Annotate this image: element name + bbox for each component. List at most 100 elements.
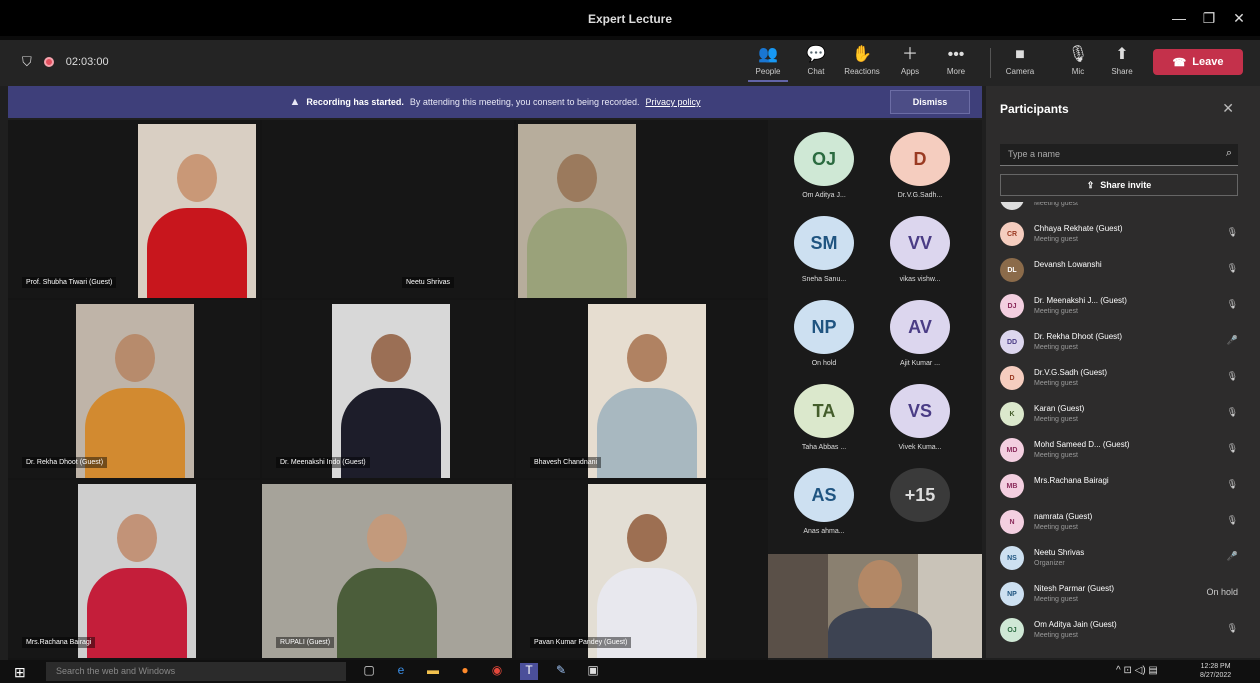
chrome-icon[interactable]: ◉: [488, 663, 506, 680]
minimize-button[interactable]: —: [1168, 10, 1190, 30]
participant-list-item[interactable]: CR Chhaya Rekhate (Guest) Meeting guest 🎙: [1000, 216, 1248, 252]
participant-role: Meeting guest: [1034, 416, 1078, 423]
share-invite-button[interactable]: ⇪ Share invite: [1000, 174, 1238, 196]
video-tile[interactable]: Pavan Kumar Pandey (Guest): [516, 480, 768, 658]
participant-avatar-tile[interactable]: AS Anas ahma...: [778, 468, 870, 550]
participant-avatar-tile[interactable]: +15: [874, 468, 966, 550]
participant-name: Neetu Shrivas: [1034, 548, 1085, 557]
avatar-name-label: Anas ahma...: [803, 528, 845, 535]
video-tile[interactable]: Mrs.Rachana Bairagi: [8, 480, 260, 658]
video-tile[interactable]: [516, 120, 768, 298]
video-tile[interactable]: Bhavesh Chandnani: [516, 300, 768, 478]
mic-status-icon: On hold: [1206, 587, 1238, 597]
reactions-button[interactable]: ✋ Reactions: [842, 46, 882, 82]
avatar: VV: [890, 216, 950, 270]
people-button[interactable]: 👥 People: [748, 46, 788, 82]
avatar: OJ: [794, 132, 854, 186]
people-label: People: [755, 67, 781, 76]
participant-list-item[interactable]: Nnamrata (Guest) Meeting guest 🎙: [1000, 504, 1248, 540]
participant-name: Om Aditya Jain (Guest): [1034, 620, 1117, 629]
person-head: [177, 154, 217, 202]
participant-list-item[interactable]: DD Dr. Rekha Dhoot (Guest) Meeting guest 🎤: [1000, 324, 1248, 360]
person-body: [87, 568, 187, 658]
participant-avatar-tile[interactable]: D Dr.V.G.Sadh...: [874, 132, 966, 214]
participant-list-item[interactable]: OJ Om Aditya Jain (Guest) Meeting guest 🎙: [1000, 612, 1248, 648]
participant-name: Mohd Sameed D... (Guest): [1034, 440, 1130, 449]
avatar: K: [1000, 402, 1024, 426]
participant-avatar-tile[interactable]: AV Ajit Kumar ...: [874, 300, 966, 382]
participant-list-item[interactable]: Meeting guest…: [1000, 202, 1248, 216]
participant-avatar-tile[interactable]: VV vikas vishw...: [874, 216, 966, 298]
participant-video: [588, 484, 706, 658]
participant-avatar-tile[interactable]: VS Vivek Kuma...: [874, 384, 966, 466]
more-button[interactable]: ••• More: [936, 46, 976, 82]
avatar: N: [1000, 510, 1024, 534]
participant-role: Meeting guest: [1034, 632, 1078, 639]
participant-list-item[interactable]: NS Neetu Shrivas Organizer 🎤: [1000, 540, 1248, 576]
avatar: NP: [794, 300, 854, 354]
chat-button[interactable]: 💬 Chat: [796, 46, 836, 82]
video-tile[interactable]: Prof. Shubha Tiwari (Guest): [8, 120, 260, 298]
video-tile[interactable]: Neetu Shrivas: [262, 120, 514, 298]
participant-search-input[interactable]: Type a name ⌕: [1000, 144, 1238, 166]
participant-avatar-tile[interactable]: OJ Om Aditya J...: [778, 132, 870, 214]
video-tile[interactable]: Dr. Rekha Dhoot (Guest): [8, 300, 260, 478]
participant-list-item[interactable]: K Karan (Guest) Meeting guest 🎙: [1000, 396, 1248, 432]
participant-list-item[interactable]: DL Devansh Lowanshi 🎙: [1000, 252, 1248, 288]
maximize-button[interactable]: ❐: [1198, 10, 1220, 30]
mic-button[interactable]: 🎙 Mic: [1058, 46, 1098, 82]
dismiss-button[interactable]: Dismiss: [890, 90, 970, 114]
camera-button[interactable]: ■ Camera: [1000, 46, 1040, 82]
share-invite-label: Share invite: [1100, 180, 1152, 190]
task-view-icon[interactable]: ▢: [360, 663, 378, 680]
avatar: VS: [890, 384, 950, 438]
self-video[interactable]: [768, 554, 982, 658]
participant-role: Organizer: [1034, 560, 1065, 567]
windows-start-icon[interactable]: ⊞: [14, 664, 26, 681]
photos-icon[interactable]: ▣: [584, 663, 602, 680]
apps-icon: ＋: [901, 46, 918, 63]
mic-status-icon: 🎙: [1226, 371, 1238, 381]
participant-list-item[interactable]: MB Mrs.Rachana Bairagi 🎙: [1000, 468, 1248, 504]
privacy-policy-link[interactable]: Privacy policy: [646, 97, 701, 107]
participant-role: Meeting guest: [1034, 344, 1078, 351]
leave-button[interactable]: ☎ Leave: [1153, 49, 1243, 75]
search-placeholder: Type a name: [1008, 149, 1061, 159]
participant-list-item[interactable]: MD Mohd Sameed D... (Guest) Meeting guest 🎙: [1000, 432, 1248, 468]
system-tray[interactable]: ^ ⊡ ◁) ▤: [1116, 665, 1158, 676]
participant-avatar-tile[interactable]: TA Taha Abbas ...: [778, 384, 870, 466]
edge-icon[interactable]: e: [392, 663, 410, 680]
video-tile[interactable]: RUPALI (Guest): [262, 480, 514, 658]
close-window-button[interactable]: ✕: [1228, 10, 1250, 30]
chat-icon: 💬: [806, 46, 826, 63]
participant-video: [588, 304, 706, 478]
close-panel-button[interactable]: ✕: [1222, 100, 1234, 117]
person-body: [147, 208, 247, 298]
mic-status-icon: 🎙: [1226, 515, 1238, 525]
firefox-icon[interactable]: ●: [456, 663, 474, 680]
share-button[interactable]: ⬆ Share: [1102, 46, 1142, 82]
participant-avatar-tile[interactable]: SM Sneha Sanu...: [778, 216, 870, 298]
participant-name-label: RUPALI (Guest): [276, 637, 335, 648]
avatar-name-label: Vivek Kuma...: [898, 444, 942, 451]
more-label: More: [946, 67, 966, 76]
mic-status-icon: 🎤: [1226, 551, 1238, 561]
taskbar-search-input[interactable]: Search the web and Windows: [46, 662, 346, 681]
apps-button[interactable]: ＋ Apps: [890, 46, 930, 82]
share-label: Share: [1111, 67, 1133, 76]
participant-avatar-tile[interactable]: NP On hold: [778, 300, 870, 382]
participant-video: [76, 304, 194, 478]
participant-list-item[interactable]: DJ Dr. Meenakshi J... (Guest) Meeting gues…: [1000, 288, 1248, 324]
participant-role: Meeting guest: [1034, 308, 1078, 315]
participants-panel: Participants ✕ Type a name ⌕ ⇪ Share inv…: [986, 86, 1260, 658]
teams-icon[interactable]: T: [520, 663, 538, 680]
file-explorer-icon[interactable]: ▬: [424, 663, 442, 680]
participant-video: [262, 484, 512, 658]
camera-label: Camera: [1005, 67, 1035, 76]
video-tile[interactable]: Dr. Meenakshi Indo (Guest): [262, 300, 514, 478]
participant-name: Mrs.Rachana Bairagi: [1034, 476, 1109, 485]
participant-list-item[interactable]: NP Nitesh Parmar (Guest) Meeting guest On h…: [1000, 576, 1248, 612]
app-icon[interactable]: ✎: [552, 663, 570, 680]
participant-list-item[interactable]: D Dr.V.G.Sadh (Guest) Meeting guest 🎙: [1000, 360, 1248, 396]
share-icon: ⬆: [1115, 46, 1129, 63]
